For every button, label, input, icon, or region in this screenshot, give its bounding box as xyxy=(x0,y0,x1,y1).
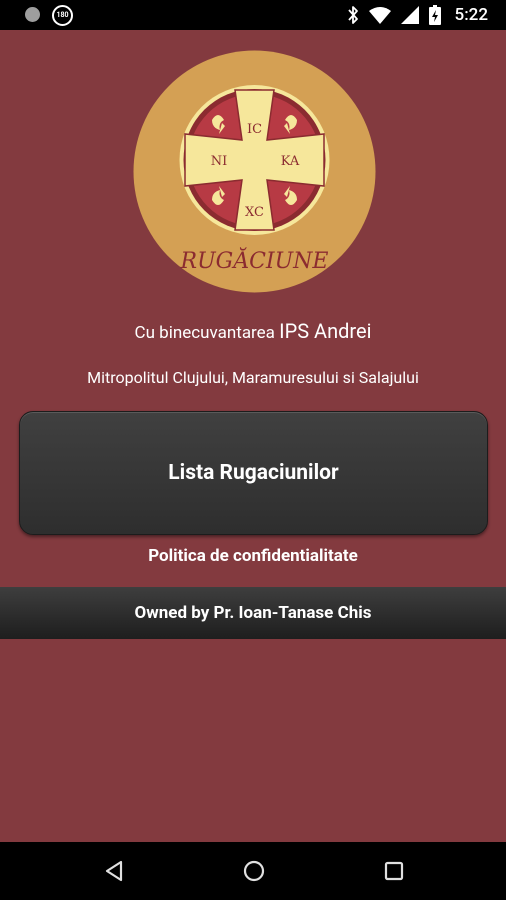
blessing-prefix: Cu binecuvantarea xyxy=(134,323,275,343)
owner-bar: Owned by Pr. Ioan-Tanase Chis xyxy=(0,587,506,639)
status-bar: 180 5:22 xyxy=(0,0,506,30)
back-icon[interactable] xyxy=(101,858,127,884)
logo-wordmark: RUGĂCIUNE xyxy=(180,247,329,274)
privacy-policy-link[interactable]: Politica de confidentialitate xyxy=(0,546,506,566)
owner-label: Owned by Pr. Ioan-Tanase Chis xyxy=(134,603,372,623)
rugaciune-logo: IC NI KA XC RUGĂCIUNE xyxy=(133,50,376,293)
blessing-line: Cu binecuvantarea IPS Andrei xyxy=(0,319,506,343)
status-time: 5:22 xyxy=(454,5,488,25)
bluetooth-icon xyxy=(347,6,358,24)
navigation-bar xyxy=(0,842,506,900)
logo-text-ni: NI xyxy=(211,154,228,169)
wifi-icon xyxy=(368,7,391,24)
logo-text-xc: XC xyxy=(245,205,264,220)
blessing-name: IPS Andrei xyxy=(279,319,372,343)
prayer-list-button[interactable]: Lista Rugaciunilor xyxy=(19,411,488,535)
recents-icon[interactable] xyxy=(381,858,407,884)
logo-text-ic: IC xyxy=(247,122,262,137)
prayer-list-button-label: Lista Rugaciunilor xyxy=(168,461,339,485)
battery-icon xyxy=(428,5,441,25)
logo-text-ka: KA xyxy=(281,154,300,169)
home-icon[interactable] xyxy=(241,858,267,884)
badge-notification-icon: 180 xyxy=(52,5,73,26)
circle-notification-icon xyxy=(25,7,40,22)
signal-icon xyxy=(400,6,419,24)
metropolitan-title: Mitropolitul Clujului, Maramuresului si … xyxy=(87,368,419,387)
